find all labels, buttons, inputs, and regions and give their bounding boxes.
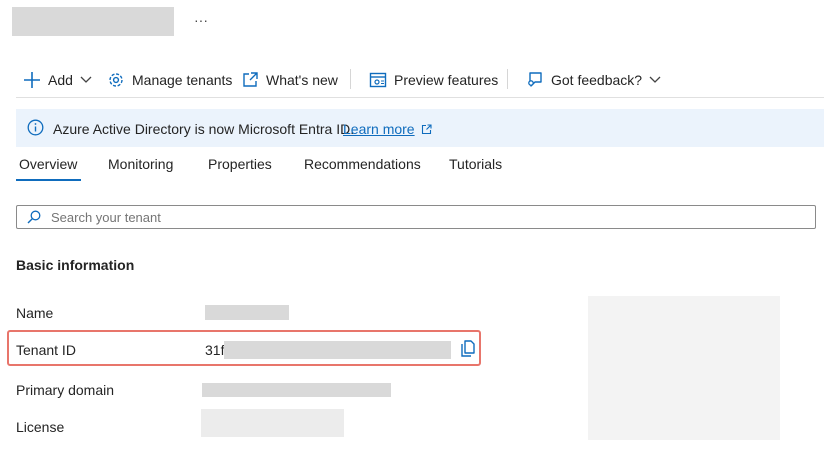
info-icon [27, 119, 44, 136]
external-link-icon [241, 71, 259, 89]
preview-features-icon [369, 71, 387, 89]
add-button[interactable]: Add [23, 69, 92, 91]
tab-recommendations[interactable]: Recommendations [304, 156, 421, 172]
learn-more-link[interactable]: Learn more [343, 121, 432, 137]
tenant-id-label: Tenant ID [16, 342, 76, 358]
redacted-title [12, 7, 174, 36]
feedback-label: Got feedback? [551, 72, 643, 88]
primary-domain-label: Primary domain [16, 382, 115, 398]
learn-more-label: Learn more [343, 121, 415, 137]
tenant-id-redacted [224, 341, 451, 359]
copy-icon[interactable] [460, 340, 476, 358]
external-link-icon [421, 123, 432, 135]
chevron-down-icon [649, 76, 661, 84]
toolbar-underline [16, 97, 824, 98]
banner-message: Azure Active Directory is now Microsoft … [53, 121, 355, 137]
tab-tutorials[interactable]: Tutorials [449, 156, 502, 172]
search-input[interactable] [51, 206, 801, 228]
chevron-down-icon [80, 76, 92, 84]
primary-domain-redacted [202, 383, 391, 397]
name-label: Name [16, 305, 54, 321]
tenant-id-value: 31f [205, 342, 225, 358]
gear-icon [107, 71, 125, 89]
preview-features-button[interactable]: Preview features [369, 69, 498, 91]
more-options-button[interactable]: ··· [194, 12, 208, 28]
tab-monitoring[interactable]: Monitoring [108, 156, 173, 172]
preview-features-label: Preview features [394, 72, 499, 88]
license-label: License [16, 419, 65, 435]
whats-new-button[interactable]: What's new [241, 69, 338, 91]
toolbar-divider [507, 69, 508, 89]
tab-properties[interactable]: Properties [208, 156, 272, 172]
toolbar-divider [350, 69, 351, 89]
plus-icon [23, 71, 41, 89]
manage-tenants-button[interactable]: Manage tenants [107, 69, 232, 91]
tab-overview[interactable]: Overview [19, 156, 77, 172]
name-value-redacted [205, 305, 289, 320]
tab-overview-underline [16, 179, 81, 181]
add-label: Add [48, 72, 73, 88]
search-icon [27, 210, 41, 224]
license-value-redacted [201, 409, 344, 437]
whats-new-label: What's new [266, 72, 338, 88]
redacted-panel [588, 296, 780, 440]
feedback-button[interactable]: Got feedback? [526, 69, 661, 91]
search-box[interactable] [16, 205, 816, 229]
feedback-icon [526, 71, 544, 89]
basic-info-heading: Basic information [16, 257, 135, 273]
manage-tenants-label: Manage tenants [132, 72, 233, 88]
